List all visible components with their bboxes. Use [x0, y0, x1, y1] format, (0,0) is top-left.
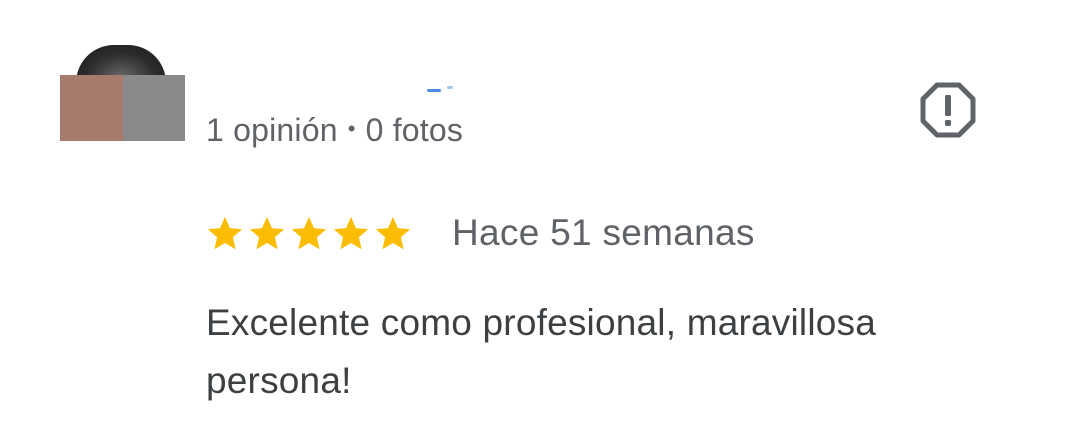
- redaction-mark: [427, 89, 441, 92]
- review-text: Excelente como profesional, maravillosa …: [206, 302, 877, 401]
- redaction-mark: [447, 86, 453, 89]
- star-icon: [375, 216, 411, 250]
- avatar-redaction-right: [123, 75, 185, 141]
- report-review-button[interactable]: [918, 80, 978, 140]
- review-time-ago: Hace 51 semanas: [452, 212, 755, 253]
- rating-row: Hace 51 semanas: [206, 208, 755, 258]
- opinions-count: 1 opinión: [206, 112, 338, 148]
- star-icon: [249, 216, 285, 250]
- author-name-redacted[interactable]: [427, 86, 455, 92]
- photos-count: 0 fotos: [365, 112, 464, 148]
- meta-separator: •: [347, 116, 356, 141]
- star-icon: [333, 216, 369, 250]
- avatar[interactable]: [60, 45, 185, 141]
- star-rating: [206, 214, 412, 252]
- author-meta: 1 opinión • 0 fotos: [206, 112, 463, 149]
- avatar-redaction-left: [60, 75, 123, 141]
- review-card: 1 opinión • 0 fotos Hace 51 semanas Excele…: [0, 0, 1080, 447]
- report-icon: [920, 82, 976, 138]
- star-icon: [291, 216, 327, 250]
- star-icon: [207, 216, 243, 250]
